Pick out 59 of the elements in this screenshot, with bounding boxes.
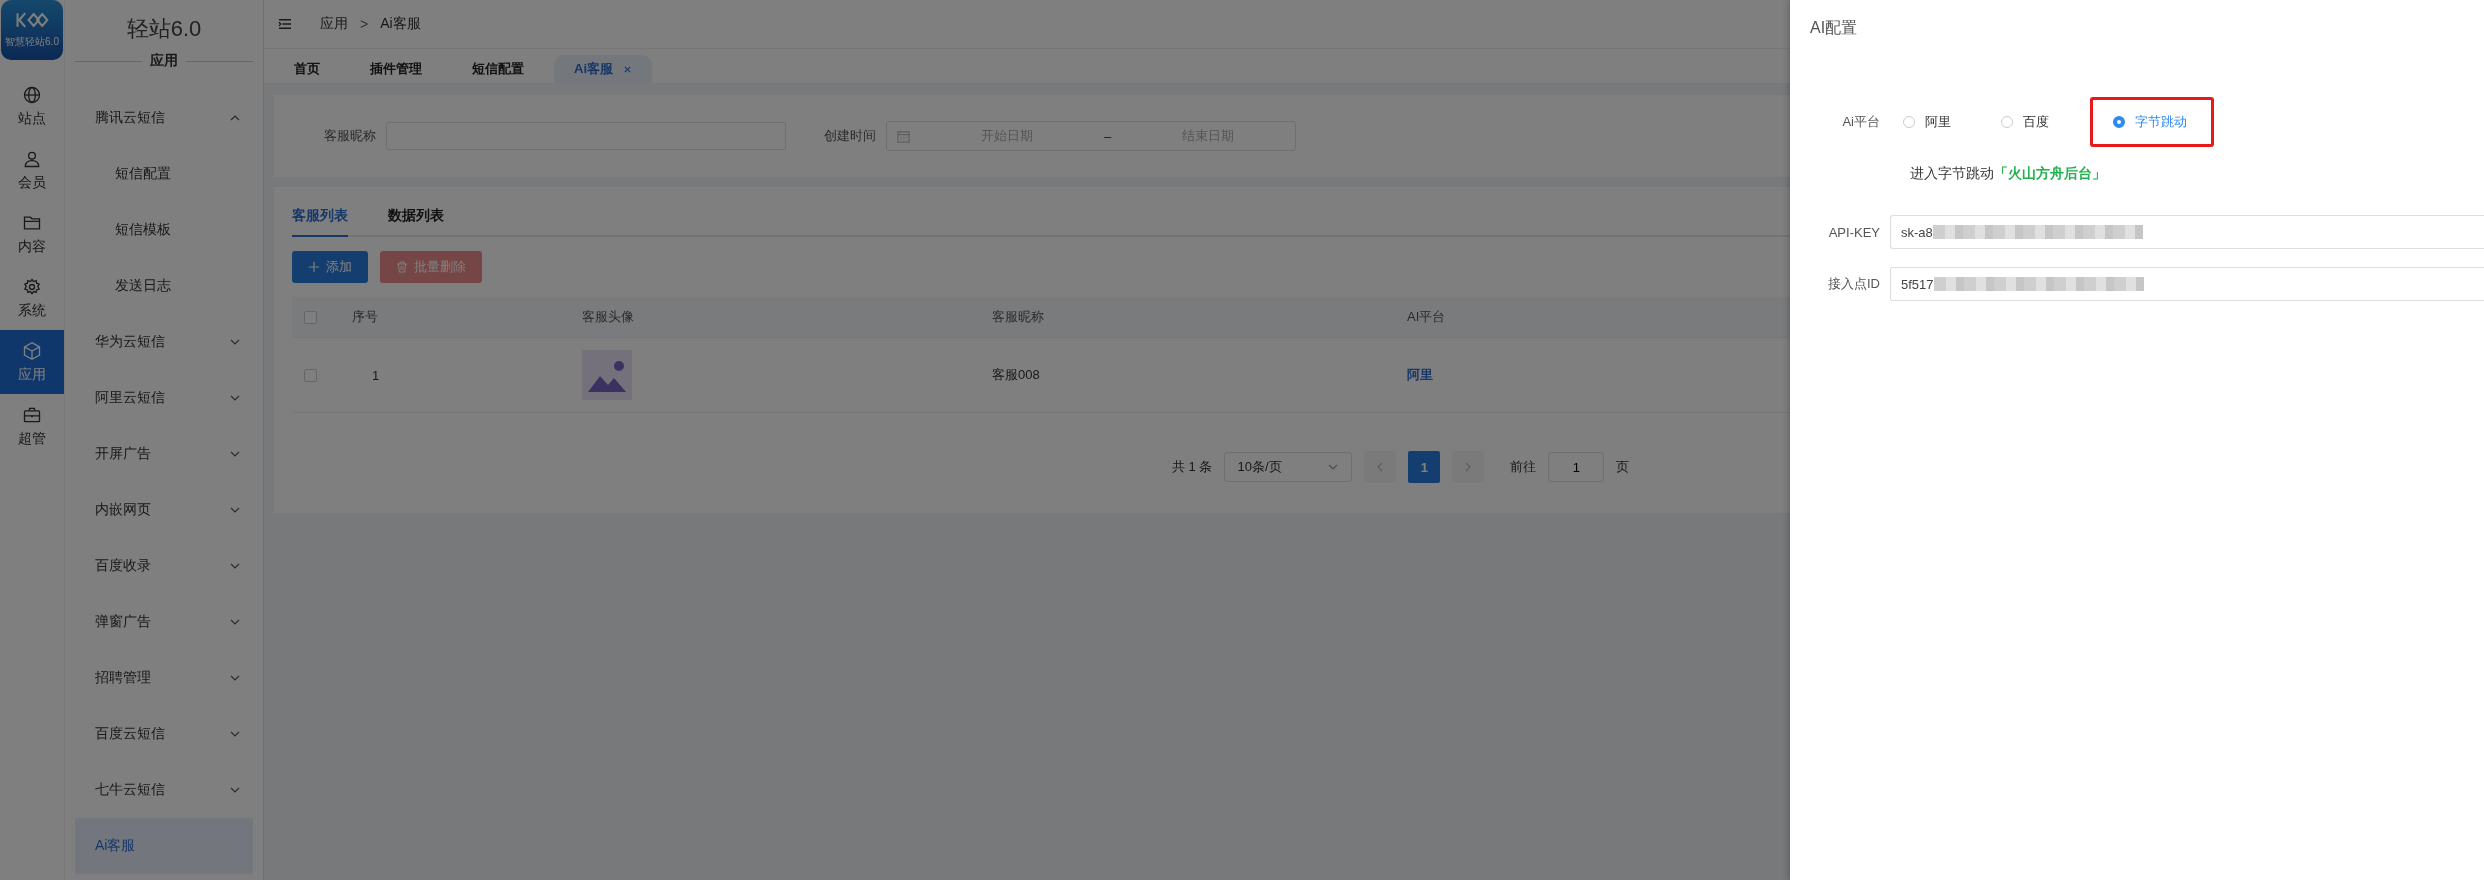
app-title: 轻站6.0 <box>125 15 203 43</box>
add-button[interactable]: 添加 <box>292 251 368 283</box>
submenu-item[interactable]: 发送日志 <box>75 258 253 314</box>
column-header: AI平台 <box>1407 308 1446 326</box>
radio-option[interactable]: 阿里 <box>1894 97 1978 147</box>
hint-text: 进入字节跳动 <box>1910 165 1994 181</box>
page-tab[interactable]: 首页 <box>274 55 340 83</box>
platform-link[interactable]: 阿里 <box>1407 366 1433 384</box>
breadcrumb-separator: > <box>360 16 369 32</box>
rail-nav-item[interactable]: 会员 <box>0 138 64 202</box>
menu-item[interactable]: Ai客服 <box>75 818 253 874</box>
section-label: 应用 <box>150 52 178 70</box>
column-header: 客服头像 <box>582 308 634 326</box>
breadcrumb-item[interactable]: Ai客服 <box>380 15 421 33</box>
table-cell: 客服008 <box>992 366 1040 384</box>
column-header: 序号 <box>352 308 378 326</box>
page-tab[interactable]: 插件管理 <box>350 55 442 83</box>
menu-group[interactable]: 阿里云短信 <box>75 370 253 426</box>
page-size-select[interactable]: 10条/页 <box>1224 452 1353 482</box>
console-link[interactable]: 「火山方舟后台」 <box>1994 165 2106 181</box>
field-label: API-KEY <box>1827 224 1880 240</box>
menu-group[interactable]: 弹窗广告 <box>75 594 253 650</box>
rail-nav-item[interactable]: 应用 <box>0 330 64 394</box>
text-input[interactable]: 5f517 <box>1890 267 2484 301</box>
total-count: 共 1 条 <box>1172 458 1213 476</box>
menu-group[interactable]: 七牛云短信 <box>75 762 253 818</box>
menu-group[interactable]: 内嵌网页 <box>75 482 253 538</box>
rail-nav-item[interactable]: 站点 <box>0 74 64 138</box>
menu-group[interactable]: 百度收录 <box>75 538 253 594</box>
drawer-title: AI配置 <box>1810 18 1859 38</box>
menu-group[interactable]: 百度云短信 <box>75 706 253 762</box>
radio-option[interactable]: 百度 <box>1992 97 2076 147</box>
table-cell: 1 <box>372 367 380 383</box>
menu-group[interactable]: 招聘管理 <box>75 650 253 706</box>
page-jump-input[interactable]: 1 <box>1548 452 1605 482</box>
page-suffix: 页 <box>1616 458 1630 476</box>
breadcrumb-item[interactable]: 应用 <box>320 15 348 33</box>
submenu-item[interactable]: 短信模板 <box>75 202 253 258</box>
app-logo: 智慧轻站6.0 <box>1 0 63 60</box>
page-tab[interactable]: Ai客服 <box>554 55 652 83</box>
submenu-item[interactable]: 短信配置 <box>75 146 253 202</box>
field-label: 客服昵称 <box>324 127 376 145</box>
list-tab[interactable]: 客服列表 <box>292 197 348 237</box>
rail-nav-item[interactable]: 内容 <box>0 202 64 266</box>
column-header: 客服昵称 <box>992 308 1044 326</box>
menu-group[interactable]: 腾讯云短信 <box>75 90 253 146</box>
goto-label: 前往 <box>1510 458 1537 476</box>
text-input[interactable]: sk-a8 <box>1890 215 2484 249</box>
field-label: Ai平台 <box>1841 113 1880 131</box>
page-number[interactable]: 1 <box>1408 451 1441 483</box>
menu-group[interactable]: 开屏广告 <box>75 426 253 482</box>
field-label: 接入点ID <box>1827 275 1880 293</box>
list-tab[interactable]: 数据列表 <box>388 197 444 237</box>
rail-nav-item[interactable]: 系统 <box>0 266 64 330</box>
radio-option[interactable]: 字节跳动 <box>2090 97 2214 147</box>
rail-nav-item[interactable]: 超管 <box>0 394 64 458</box>
menu-group[interactable]: 华为云短信 <box>75 314 253 370</box>
field-label: 创建时间 <box>824 127 876 145</box>
page-tab[interactable]: 短信配置 <box>452 55 544 83</box>
